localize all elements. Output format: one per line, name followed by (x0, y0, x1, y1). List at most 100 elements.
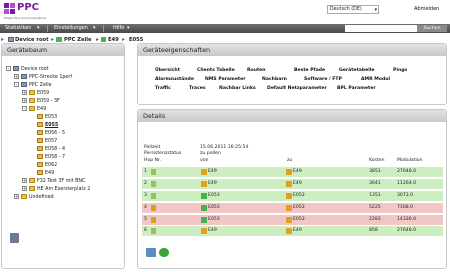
warning-icon (151, 217, 156, 223)
property-link[interactable]: BPL Parameter (337, 86, 376, 91)
table-row[interactable]: 4 E053 E053 5225 7168.0 (142, 203, 443, 213)
cell-icon (56, 37, 62, 42)
tree-item-label: E062 (45, 163, 58, 168)
hop-to[interactable]: E053 (293, 215, 305, 225)
hop-cost: 2283 (369, 217, 381, 222)
property-link[interactable]: Routen (247, 68, 266, 73)
property-link[interactable]: Nachbar Links (219, 86, 256, 91)
tree-item[interactable]: E058 - 7 (6, 154, 124, 162)
property-link[interactable]: Beste Pfade (294, 68, 325, 73)
tree-item-label: E056 - 5 (45, 131, 66, 136)
property-link[interactable]: Nachbarn (262, 77, 287, 82)
hop-from[interactable]: E49 (208, 226, 217, 236)
table-row[interactable]: 3 E053 E053 1351 3073.0 (142, 191, 443, 201)
refresh-icon[interactable] (159, 248, 169, 257)
hop-from[interactable]: E49 (208, 179, 217, 189)
tree-item[interactable]: - PPC Zelle (6, 82, 124, 90)
hop-from[interactable]: E053 (208, 191, 220, 201)
tree-item[interactable]: + Undefined (6, 194, 124, 202)
table-row[interactable]: 2 E49 E49 3041 11264.0 (142, 179, 443, 189)
tree-item[interactable]: + HE Am Exerzierplatz 2 (6, 186, 124, 194)
col-zu: zu (287, 158, 293, 163)
tree-item[interactable]: + E059 - 3F (6, 98, 124, 106)
expand-icon[interactable]: + (22, 98, 27, 103)
property-link[interactable]: Traffic (155, 86, 171, 91)
property-link[interactable]: Traces (189, 86, 206, 91)
property-link[interactable]: Alarmzustände (155, 77, 194, 82)
property-link[interactable]: Pings (393, 68, 407, 73)
tree-item[interactable]: E057 (6, 138, 124, 146)
col-kosten: Kosten (369, 158, 385, 163)
hop-to[interactable]: E053 (293, 203, 305, 213)
menu-statistiken[interactable]: Statistiken (5, 24, 31, 33)
property-link[interactable]: Gerätetabelle (339, 68, 375, 73)
hop-source-icon (201, 205, 207, 211)
property-link[interactable]: Default Netzparameter (267, 86, 327, 91)
language-select[interactable]: Deutsch (DE) ▾ (327, 5, 379, 14)
hop-from[interactable]: E053 (208, 203, 220, 213)
hop-to[interactable]: E053 (293, 191, 305, 201)
tree-item[interactable]: E058 - 4 (6, 146, 124, 154)
hop-cost: 1351 (369, 193, 381, 198)
device-properties-panel: Geräteeigenschaften Übersicht Clients Tab… (137, 43, 447, 105)
ok-icon (151, 193, 156, 199)
menu-arrow-icon: ▾ (127, 25, 130, 31)
hop-to[interactable]: E49 (293, 179, 302, 189)
menu-separator (47, 25, 48, 32)
hop-to[interactable]: E49 (293, 167, 302, 177)
collapse-icon[interactable]: - (22, 106, 27, 111)
expand-icon[interactable]: + (22, 90, 27, 95)
logo-subtitle: Power Plus Communications (4, 16, 47, 20)
property-link[interactable]: Clients Tabelle (197, 68, 235, 73)
property-link[interactable]: Software / FTP (304, 77, 342, 82)
table-row[interactable]: 1 E49 E49 3851 27648.0 (142, 167, 443, 177)
tree-item[interactable]: + PPC-Strecke 1perf (6, 74, 124, 82)
collapse-icon[interactable]: - (6, 66, 11, 71)
tree-item[interactable]: - E49 (6, 106, 124, 114)
menu-separator (103, 25, 104, 32)
map-icon[interactable] (146, 248, 156, 257)
property-link[interactable]: NMS Parameter (205, 77, 246, 82)
node-icon (37, 122, 43, 127)
ppc-logo-icon (4, 3, 15, 14)
device-icon (13, 66, 19, 71)
menu-hilfe[interactable]: Hilfe (113, 24, 124, 33)
trash-icon[interactable] (10, 233, 19, 243)
hop-modulation: 27648.0 (397, 228, 416, 233)
expand-icon[interactable]: + (14, 194, 19, 199)
logout-link[interactable]: Abmelden (414, 6, 439, 12)
property-link[interactable]: Übersicht (155, 68, 180, 73)
property-link[interactable]: AMR Modul (361, 77, 390, 82)
menu-arrow-icon: ▾ (37, 25, 40, 31)
hop-target-icon (286, 228, 292, 234)
table-row[interactable]: 5 E053 E053 2283 14336.0 (142, 215, 443, 225)
menu-einstellungen[interactable]: Einstellungen (54, 24, 88, 33)
tree-item[interactable]: E062 (6, 162, 124, 170)
collapse-icon[interactable]: - (14, 82, 19, 87)
tree-item[interactable]: E053 (6, 114, 124, 122)
device-tree-panel: Gerätebaum - Device root + PPC-Strecke 1per… (1, 43, 125, 269)
search-input[interactable] (345, 25, 417, 32)
tree-item[interactable]: E056 - 5 (6, 130, 124, 138)
tree-item-label: E053 (45, 115, 58, 120)
hop-source-icon (201, 181, 207, 187)
tree-item[interactable]: - Device root (6, 66, 124, 74)
hop-target-icon (286, 205, 292, 211)
table-row[interactable]: 6 E49 E49 858 27648.0 (142, 226, 443, 236)
chevron-right-icon: ▸ (122, 36, 126, 43)
expand-icon[interactable]: + (14, 74, 19, 79)
hop-from[interactable]: E49 (208, 167, 217, 177)
folder-icon (29, 178, 35, 183)
tree-item[interactable]: E49 (6, 170, 124, 178)
hop-from[interactable]: E053 (208, 215, 220, 225)
hop-source-icon (201, 169, 207, 175)
search-button[interactable]: Suchen (417, 25, 447, 32)
tree-item[interactable]: + F32 Test 3F mit BNC (6, 178, 124, 186)
expand-icon[interactable]: + (22, 178, 27, 183)
tree-item[interactable]: + E059 (6, 90, 124, 98)
expand-icon[interactable]: + (22, 186, 27, 191)
node-plus-icon (101, 37, 106, 42)
hop-number: 4 (144, 205, 147, 210)
hop-to[interactable]: E49 (293, 226, 302, 236)
tree-item[interactable]: E055 (6, 122, 124, 130)
